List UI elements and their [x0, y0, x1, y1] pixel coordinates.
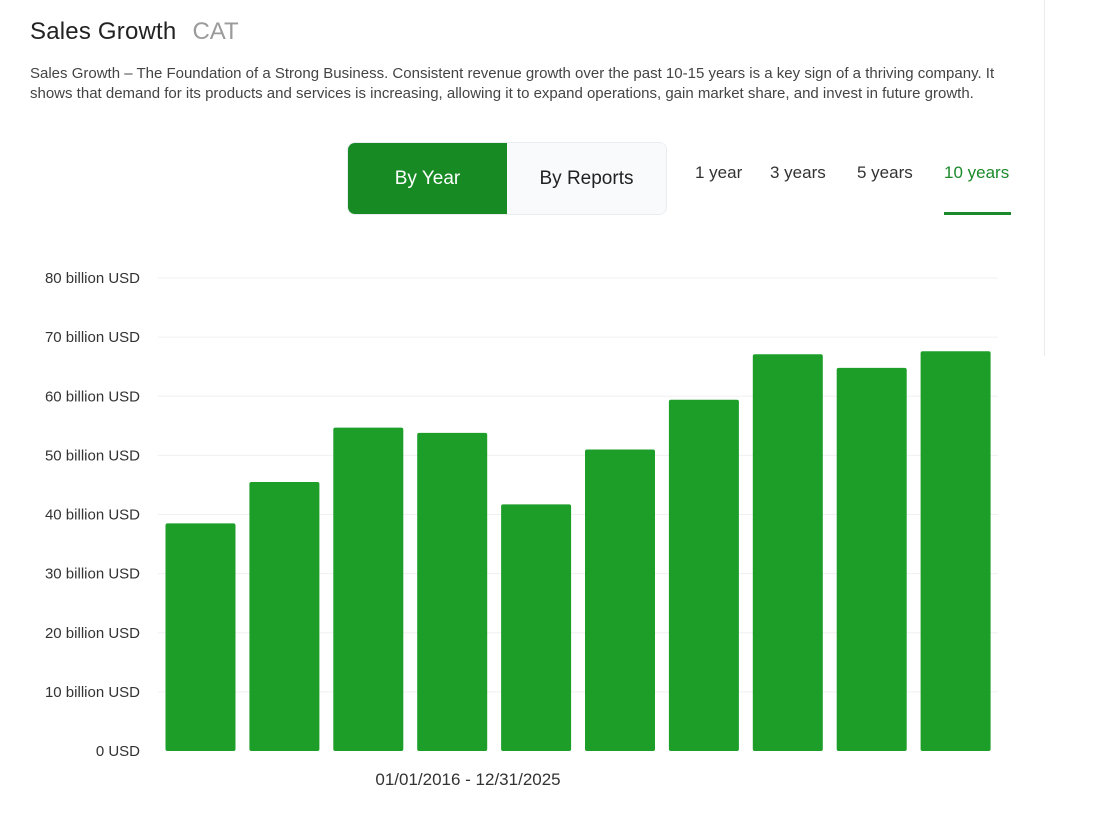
bar-2022[interactable]: [668, 399, 739, 751]
period-tabs: 1 year 3 years 5 years 10 years: [0, 163, 1104, 217]
bar-2021[interactable]: [585, 449, 655, 752]
description-text: Sales Growth – The Foundation of a Stron…: [30, 65, 995, 102]
bar-2023[interactable]: [752, 354, 823, 751]
tab-1-year[interactable]: 1 year: [695, 163, 742, 183]
bar-2020[interactable]: [501, 504, 572, 751]
bar-2025[interactable]: [920, 351, 991, 751]
tab-10-years[interactable]: 10 years: [944, 163, 1009, 183]
page-title: Sales Growth: [30, 18, 177, 45]
sales-bar-chart: 0 USD 10 billion USD 20 billion USD 30 bill…: [45, 270, 998, 789]
sales-growth-page: Sales Growth CAT Sales Growth – The Foun…: [0, 0, 1104, 822]
y-tick-label: 80 billion USD: [45, 270, 140, 287]
y-tick-label: 30 billion USD: [45, 566, 140, 583]
page-header: Sales Growth CAT: [30, 18, 239, 46]
tab-3-years[interactable]: 3 years: [770, 163, 826, 183]
bar-2017[interactable]: [249, 482, 320, 751]
ticker-symbol: CAT: [192, 18, 239, 45]
y-tick-label: 60 billion USD: [45, 388, 140, 405]
x-axis-label: 01/01/2016 - 12/31/2025: [375, 770, 560, 789]
y-axis-labels: 0 USD 10 billion USD 20 billion USD 30 bill…: [45, 270, 140, 760]
bar-2019[interactable]: [417, 432, 488, 751]
y-tick-label: 50 billion USD: [45, 447, 140, 464]
y-tick-label: 10 billion USD: [45, 684, 140, 701]
tab-5-years[interactable]: 5 years: [857, 163, 913, 183]
y-tick-label: 70 billion USD: [45, 329, 140, 346]
bar-2016[interactable]: [165, 523, 236, 751]
bar-2018[interactable]: [333, 427, 404, 751]
y-tick-label: 20 billion USD: [45, 625, 140, 642]
y-tick-label: 0 USD: [96, 743, 140, 760]
bars: [165, 351, 991, 752]
bar-2024[interactable]: [836, 367, 907, 751]
active-tab-underline: [944, 212, 1011, 215]
y-tick-label: 40 billion USD: [45, 507, 140, 524]
